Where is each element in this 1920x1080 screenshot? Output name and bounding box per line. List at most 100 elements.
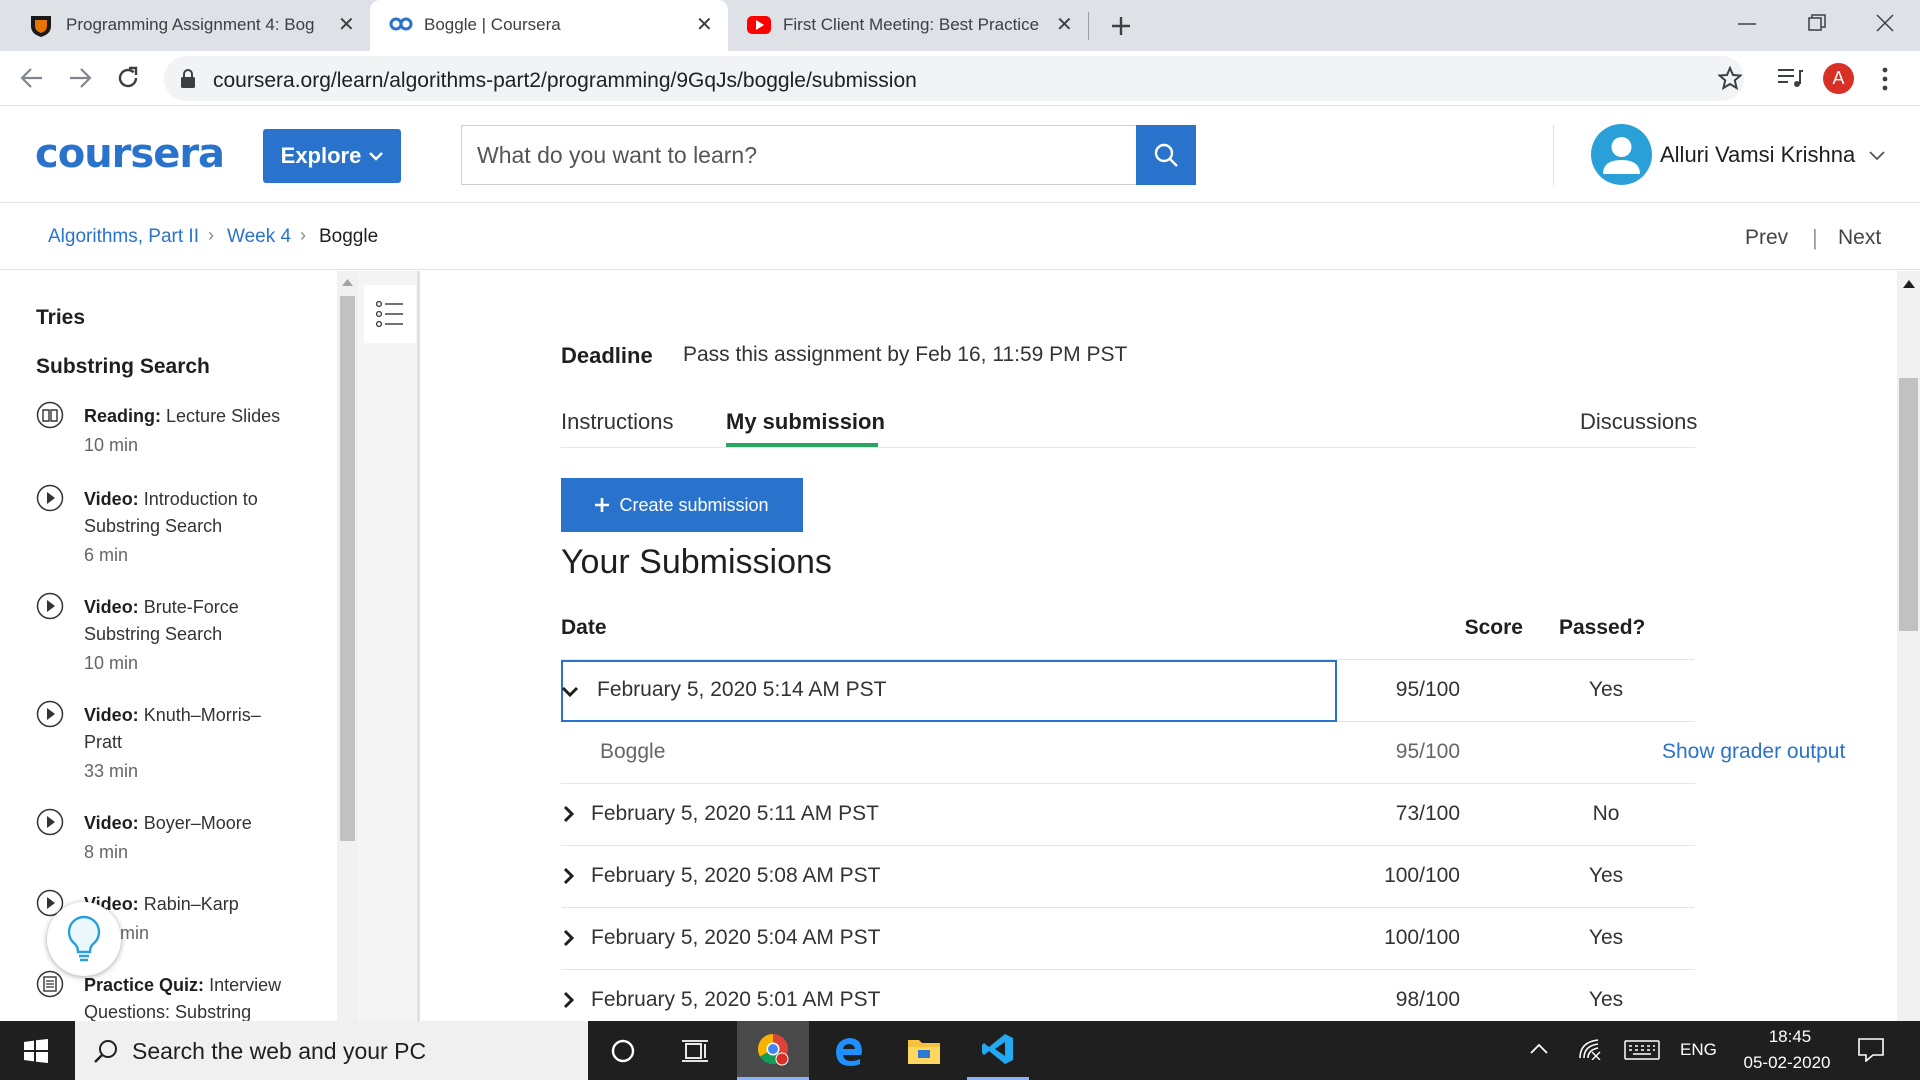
chevron-right-icon[interactable] [563,805,575,823]
play-icon [36,592,64,620]
breadcrumb-chevron-icon: › [300,225,306,245]
bookmark-star-icon[interactable] [1718,66,1742,90]
help-lightbulb-button[interactable] [47,902,121,976]
play-icon [36,808,64,836]
plus-icon [595,498,610,512]
url-text[interactable]: coursera.org/learn/algorithms-part2/prog… [213,69,917,93]
tabs-divider [561,447,1695,448]
main-scroll-thumb[interactable] [1899,378,1918,631]
youtube-icon [747,16,771,34]
reload-icon[interactable] [116,66,140,90]
breadcrumb: Algorithms, Part II › Week 4 › Boggle Pr… [0,203,1920,270]
course-sidebar: Tries Substring Search Reading: Lecture … [0,271,337,1021]
scroll-up-arrow-icon[interactable] [1903,280,1915,288]
browser-menu-icon[interactable] [1882,67,1888,91]
submission-passed: Yes [1588,864,1624,887]
chevron-right-icon[interactable] [563,929,575,947]
user-silhouette-icon [1603,137,1640,174]
edge-icon [836,1037,862,1066]
create-submission-label: Create submission [619,494,769,515]
profile-avatar[interactable]: A [1823,63,1854,94]
submission-date: February 5, 2020 5:08 AM PST [591,864,881,887]
next-link[interactable]: Next [1838,226,1881,250]
section-heading-tries[interactable]: Tries [36,306,85,330]
table-row[interactable]: February 5, 2020 5:04 AM PST 100/100 Yes [561,908,1695,970]
submission-score: 100/100 [1384,864,1460,887]
tab-instructions[interactable]: Instructions [561,409,674,435]
chevron-down-icon [1869,151,1885,161]
chevron-down-icon[interactable] [561,686,579,698]
close-tab-icon[interactable]: ✕ [338,12,355,37]
network-icon[interactable] [1578,1038,1602,1060]
submission-date: February 5, 2020 5:01 AM PST [591,988,881,1011]
user-menu[interactable]: Alluri Vamsi Krishna [1660,142,1885,168]
chevron-right-icon[interactable] [563,867,575,885]
search-icon [1154,143,1178,167]
show-hidden-icons-chevron-icon[interactable] [1530,1043,1548,1055]
forward-arrow-icon[interactable] [68,67,92,89]
submission-date: February 5, 2020 5:11 AM PST [591,802,879,825]
notifications-icon[interactable] [1858,1038,1884,1062]
list-icon [376,301,403,327]
prev-link[interactable]: Prev [1745,226,1788,250]
coursera-logo[interactable]: coursera [35,131,225,177]
window-close-icon[interactable] [1876,14,1894,32]
clock-date[interactable]: 05-02-2020 [1732,1053,1842,1073]
close-tab-icon[interactable]: ✕ [1056,12,1073,37]
table-row[interactable]: February 5, 2020 5:11 AM PST 73/100 No [561,784,1695,846]
taskbar-search-box[interactable]: Search the web and your PC [75,1021,588,1080]
submission-passed: Yes [1588,678,1624,701]
browser-tab-princeton[interactable]: Programming Assignment 4: Bog ✕ [0,0,366,51]
browser-tab-strip: Programming Assignment 4: Bog ✕ Boggle |… [0,0,1920,51]
table-row[interactable]: February 5, 2020 5:01 AM PST 98/100 Yes [561,970,1695,1021]
play-icon [36,484,64,512]
clock-time[interactable]: 18:45 [1760,1027,1820,1047]
breadcrumb-week[interactable]: Week 4 [227,226,291,248]
new-tab-icon[interactable] [1110,15,1132,37]
tab-title: Programming Assignment 4: Bog [66,15,315,34]
taskbar-chrome-button[interactable] [737,1021,809,1080]
tab-discussions[interactable]: Discussions [1580,409,1697,435]
coursera-favicon-icon [389,17,413,31]
taskbar-file-explorer-button[interactable] [893,1021,955,1080]
task-view-icon [682,1039,708,1062]
minimize-icon[interactable] [1738,22,1756,26]
submission-passed: Yes [1588,926,1624,949]
section-heading-substring-search[interactable]: Substring Search [36,355,210,379]
keyboard-icon[interactable] [1624,1040,1660,1060]
restore-icon[interactable] [1808,14,1826,32]
table-row[interactable]: February 5, 2020 5:14 AM PST 95/100 Yes [561,660,1695,722]
table-row[interactable]: February 5, 2020 5:08 AM PST 100/100 Yes [561,846,1695,908]
submission-score: 73/100 [1395,802,1460,825]
back-arrow-icon[interactable] [20,67,44,89]
browser-toolbar: coursera.org/learn/algorithms-part2/prog… [0,51,1920,106]
language-indicator[interactable]: ENG [1680,1040,1717,1060]
browser-tab-youtube[interactable]: First Client Meeting: Best Practice ✕ [730,0,1090,51]
deadline-text: Pass this assignment by Feb 16, 11:59 PM… [683,343,1128,366]
breadcrumb-course[interactable]: Algorithms, Part II [48,226,199,248]
taskbar-vscode-button[interactable] [967,1021,1029,1080]
create-submission-button[interactable]: Create submission [561,478,803,532]
cortana-button[interactable] [593,1021,653,1080]
sidebar-scroll-thumb[interactable] [340,296,355,841]
site-header: coursera Explore What do you want to lea… [0,106,1920,203]
toc-toggle-button[interactable] [364,285,416,343]
media-control-icon[interactable] [1777,68,1803,88]
tab-my-submission[interactable]: My submission [726,409,885,435]
quiz-icon [36,970,64,998]
task-view-button[interactable] [665,1021,725,1080]
taskbar-edge-button[interactable] [818,1021,880,1080]
close-tab-icon[interactable]: ✕ [696,12,713,37]
chevron-right-icon[interactable] [563,991,575,1009]
show-grader-output-link[interactable]: Show grader output [1662,740,1845,764]
start-button[interactable] [0,1021,72,1080]
scroll-up-arrow-icon[interactable] [342,279,353,286]
search-button[interactable] [1136,125,1196,185]
table-row-part: Boggle 95/100 Show grader output [561,722,1845,784]
user-avatar[interactable] [1591,124,1652,185]
chevron-down-icon [369,151,384,161]
browser-tab-boggle[interactable]: Boggle | Coursera ✕ [370,0,728,51]
explore-button[interactable]: Explore [263,129,401,183]
search-input[interactable]: What do you want to learn? [461,125,1137,185]
lock-icon[interactable] [180,69,196,89]
